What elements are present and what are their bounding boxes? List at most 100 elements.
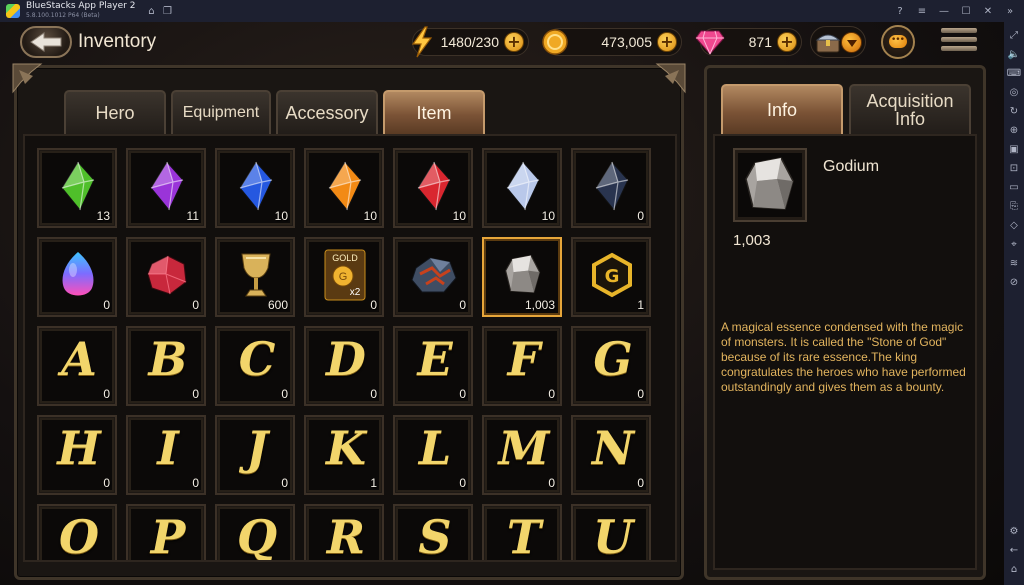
item-slot[interactable]: 0	[126, 237, 206, 317]
svg-text:G: G	[339, 271, 348, 283]
item-slot[interactable]: GOLD Gx2 0	[304, 237, 384, 317]
item-count: 600	[267, 298, 288, 312]
item-slot[interactable]: Q	[215, 504, 295, 560]
item-slot[interactable]: 10	[215, 148, 295, 228]
back-arrow-icon	[30, 32, 62, 52]
rune-letter-icon: A	[61, 332, 97, 386]
tab-acquisition-info[interactable]: Acquisition Info	[849, 84, 971, 134]
location-icon[interactable]: ⌖	[1007, 237, 1021, 251]
item-slot[interactable]: P	[126, 504, 206, 560]
add-gems-button[interactable]: +	[777, 32, 797, 52]
item-slot[interactable]: 0	[37, 237, 117, 317]
item-slot[interactable]: S	[393, 504, 473, 562]
mailbox-button[interactable]	[810, 26, 866, 58]
tab-equipment[interactable]: Equipment	[171, 90, 271, 134]
rune-letter-icon: I	[157, 421, 179, 475]
close-icon[interactable]: ✕	[980, 3, 996, 19]
help-icon[interactable]: ?	[892, 3, 908, 19]
item-slot[interactable]: M0	[482, 415, 562, 495]
magma-ore-icon	[409, 247, 459, 303]
tab-accessory[interactable]: Accessory	[276, 90, 378, 134]
item-slot[interactable]: B0	[126, 326, 206, 406]
item-slot[interactable]: U	[571, 504, 651, 560]
item-slot[interactable]: A0	[37, 326, 117, 406]
rotate-icon[interactable]: ↻	[1007, 104, 1021, 118]
item-slot[interactable]: G1	[571, 237, 651, 317]
item-slot[interactable]: J0	[215, 415, 295, 495]
hamburger-menu-icon[interactable]: ≡	[914, 3, 930, 19]
item-slot[interactable]: 13	[37, 148, 117, 228]
item-slot[interactable]: 10	[304, 148, 384, 228]
item-count: 10	[274, 209, 288, 223]
item-count: 0	[103, 387, 110, 401]
tab-info[interactable]: Info	[721, 84, 843, 134]
volume-icon[interactable]: 🔈	[1007, 47, 1021, 61]
item-slot[interactable]: L0	[393, 415, 473, 495]
item-count: 1	[637, 298, 644, 312]
gamepad-icon[interactable]: ◎	[1007, 85, 1021, 99]
inventory-panel: Hero Equipment Accessory Item 13 11 10 10 10…	[12, 63, 686, 580]
apk-install-icon[interactable]: ⎘	[1007, 199, 1021, 213]
item-count: 0	[459, 476, 466, 490]
item-slot[interactable]: G0	[571, 326, 651, 406]
app-title: BlueStacks App Player 2	[26, 1, 136, 11]
item-slot[interactable]: 10	[393, 148, 473, 228]
item-slot[interactable]: F0	[482, 326, 562, 406]
item-slot[interactable]: C0	[215, 326, 295, 406]
home-icon[interactable]: ⌂	[143, 3, 159, 19]
item-slot[interactable]: H0	[37, 415, 117, 495]
golden-chalice-icon	[231, 247, 281, 303]
settings-icon[interactable]: ⚙	[1007, 524, 1021, 538]
back-button[interactable]	[20, 26, 72, 58]
item-slot[interactable]: 0	[393, 237, 473, 317]
green-crystal-icon	[53, 158, 103, 214]
tab-item[interactable]: Item	[383, 90, 485, 134]
item-slot[interactable]: K1	[304, 415, 384, 495]
item-slot[interactable]: 10	[482, 148, 562, 228]
emulator-sidebar: ⤢ 🔈 ⌨ ◎ ↻ ⊕ ▣ ⊡ ▭ ⎘ ◇ ⌖ ≋ ⊘ ⚙ ← ⌂	[1004, 22, 1024, 585]
layers-icon[interactable]: ≋	[1007, 256, 1021, 270]
item-slot[interactable]: 600	[215, 237, 295, 317]
collapse-sidebar-icon[interactable]: »	[1002, 3, 1018, 19]
item-slot[interactable]: E0	[393, 326, 473, 406]
macro-icon[interactable]: ▣	[1007, 142, 1021, 156]
orange-crystal-icon	[320, 158, 370, 214]
item-slot[interactable]: 11	[126, 148, 206, 228]
white-crystal-icon	[498, 158, 548, 214]
rune-letter-icon: S	[418, 510, 452, 562]
keyboard-icon[interactable]: ⌨	[1007, 66, 1021, 80]
item-slot[interactable]: R	[304, 504, 384, 560]
tab-hero[interactable]: Hero	[64, 90, 166, 134]
maximize-icon[interactable]: ☐	[958, 3, 974, 19]
eco-mode-icon[interactable]: ⊘	[1007, 275, 1021, 289]
rune-letter-icon: O	[58, 510, 100, 562]
item-slot[interactable]: T	[482, 504, 562, 560]
corner-ornament-icon	[12, 63, 43, 94]
gold-coin-icon	[540, 25, 570, 59]
purple-crystal-icon	[142, 158, 192, 214]
item-count: 0	[370, 298, 377, 312]
main-menu-button[interactable]	[941, 28, 977, 56]
home-nav-icon[interactable]: ⌂	[1007, 562, 1021, 576]
erase-icon[interactable]: ◇	[1007, 218, 1021, 232]
fullscreen-icon[interactable]: ⤢	[1007, 28, 1021, 42]
item-slot[interactable]: D0	[304, 326, 384, 406]
back-nav-icon[interactable]: ←	[1007, 543, 1021, 557]
screenshot-icon[interactable]: ⊡	[1007, 161, 1021, 175]
minimize-icon[interactable]: —	[936, 3, 952, 19]
item-slot[interactable]: O	[37, 504, 117, 562]
item-slot[interactable]: N0	[571, 415, 651, 495]
rune-letter-icon: J	[246, 421, 268, 475]
add-gold-button[interactable]: +	[657, 32, 677, 52]
multi-instance-icon[interactable]: ❐	[159, 3, 175, 19]
item-slot[interactable]: 0	[571, 148, 651, 228]
add-energy-button[interactable]: +	[504, 32, 524, 52]
shake-icon[interactable]: ⊕	[1007, 123, 1021, 137]
item-slot-selected[interactable]: 1,003	[482, 237, 562, 317]
item-count: 0	[548, 387, 555, 401]
chat-button[interactable]	[881, 25, 915, 59]
item-slot[interactable]: I0	[126, 415, 206, 495]
item-count: 13	[96, 209, 110, 223]
folder-icon[interactable]: ▭	[1007, 180, 1021, 194]
energy-counter: 1480/230 +	[411, 26, 529, 58]
